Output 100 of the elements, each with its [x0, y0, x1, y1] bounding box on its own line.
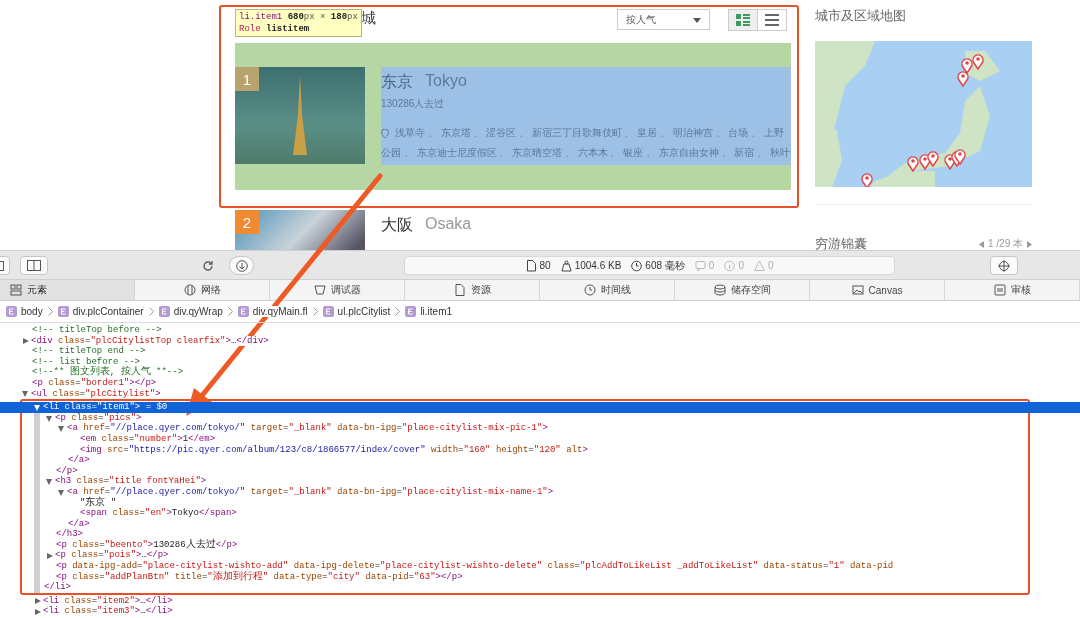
breadcrumb-item[interactable]: body [21, 306, 43, 317]
list-title: 城 [361, 9, 376, 28]
element-icon [57, 306, 69, 317]
dom-line: <li class="item3">…</li> [43, 606, 173, 618]
weight-icon [560, 259, 572, 272]
element-icon [322, 306, 334, 317]
breadcrumb-item[interactable]: ul.plcCitylist [337, 306, 391, 317]
dom-line: <em class="number">1</em> [80, 433, 216, 445]
element-icon [237, 306, 249, 317]
clock-icon [583, 284, 596, 296]
devtools-tab[interactable]: 审核 [945, 280, 1080, 300]
rank-badge: 1 [235, 67, 259, 91]
tooltip-size: 680px × 180px [287, 12, 358, 22]
status-reading: 0 [738, 260, 744, 271]
dom-line: <ul class="plcCitylist"> [31, 388, 161, 400]
dom-line: <img src="https://pic.qyer.com/album/123/c8/1866577/index/cover" width="160" height="120" alt> [80, 444, 588, 455]
dom-line: <!--** 图文列表, 按人气 **--> [32, 367, 184, 378]
dom-line: <p data-ipg-add="place-citylist-wishto-add" data-ipg-delete="place-citylist-wishto-delete" class="plcAddToLikeList _addToLikeList" data-status="1" data-pid [56, 561, 894, 572]
element-picker-button[interactable] [990, 256, 1018, 275]
download-button[interactable] [229, 256, 254, 275]
element-icon [6, 306, 17, 317]
chevron-icon [227, 307, 233, 316]
city-name: 大阪 [381, 215, 413, 235]
network-icon [183, 284, 196, 296]
clock-icon [631, 259, 643, 272]
dom-node-row[interactable]: <!-- titleTop before --> [0, 325, 1080, 336]
devtools-tab[interactable]: 储存空间 [675, 280, 810, 300]
devtools-tab[interactable]: 时间线 [540, 280, 675, 300]
sort-dropdown[interactable]: 按人气 [617, 9, 710, 30]
status-reading: 0 [767, 260, 774, 271]
sidebar-toggle-button[interactable] [20, 256, 48, 275]
city-english-name: Osaka [425, 215, 472, 234]
caret-icon [693, 18, 701, 23]
tooltip-role: listitem [266, 24, 310, 34]
dom-line: <p class="pics"> [55, 412, 142, 423]
devtools-tab[interactable]: Canvas [810, 280, 945, 300]
status-reading: 1004.6 KB [574, 260, 622, 271]
element-icon [405, 306, 417, 317]
dom-line: <p class="addPlanBtn" title="添加到行程" data-type="city" data-pid="63"></p> [56, 571, 463, 582]
devtools-tab[interactable]: 资源 [405, 280, 540, 300]
dom-line: <p class="border1"></p> [32, 377, 157, 389]
grid-view-button[interactable] [729, 10, 757, 30]
message-icon [694, 259, 706, 272]
status-reading: 80 [539, 260, 551, 271]
dom-line: <a href="//place.qyer.com/tokyo/" target="_blank" data-bn-ipg="place-citylist-mix-pic-1"> [67, 423, 548, 434]
chevron-icon [47, 307, 53, 316]
dom-line: <li class="item1"> = $0 [43, 402, 168, 413]
chevron-icon [312, 307, 318, 316]
dom-line: <p class="beento">130286人去过</p> [56, 539, 238, 550]
warning-icon [753, 259, 765, 272]
split-panel-icon [27, 260, 41, 271]
picture-icon [851, 284, 864, 296]
dom-node-row[interactable]: <li class="item1"> = $0 [0, 402, 1080, 413]
dom-line: </a> [68, 518, 90, 529]
devtools-tab[interactable]: 网络 [135, 280, 270, 300]
rank-badge: 2 [235, 210, 259, 234]
dom-node-row[interactable]: <!-- titleTop end --> [0, 346, 1080, 357]
dom-line: </p> [56, 465, 78, 476]
breadcrumb-item[interactable]: div.plcContainer [72, 306, 144, 317]
tooltip-label: Role [239, 24, 261, 34]
next-icon[interactable] [1027, 240, 1032, 248]
page-counter: 1 /29 本 [987, 237, 1023, 250]
tooltip-selector: li.item1 [239, 12, 283, 22]
dom-line: "东京 " [80, 497, 117, 508]
city-english-name: Tokyo [425, 72, 467, 91]
dom-line: <a href="//place.qyer.com/tokyo/" target="_blank" data-bn-ipg="place-citylist-mix-name-1"> [67, 486, 554, 497]
breadcrumb-item[interactable]: div.qyWrap [173, 306, 223, 317]
download-icon [235, 259, 248, 272]
reload-icon [201, 259, 214, 272]
visit-count: 130286人去过 [381, 97, 446, 111]
list-view-icon [765, 14, 779, 26]
breadcrumb-item[interactable]: div.qyMain.fl [252, 306, 308, 317]
dom-node-row[interactable]: <!--** 图文列表, 按人气 **--> [0, 367, 1080, 378]
dom-node-row[interactable]: <li class="item3">…</li> [0, 606, 1080, 618]
database-icon [713, 284, 726, 296]
dom-line: <p class="pois">…</p> [55, 550, 169, 561]
attraction-list: 公园 、 东京迪士尼度假区 、 东京晴空塔 、 六本木 、 银座 、 东京自由女神 、 新宿 、 秋叶 [381, 143, 790, 163]
chevron-icon [395, 307, 401, 316]
dom-line: <span class="en">Tokyo</span> [80, 508, 237, 519]
breadcrumb-item[interactable]: li.item1 [420, 306, 453, 317]
previous-icon[interactable] [978, 240, 984, 248]
dom-node-row[interactable]: <p class="border1"></p> [0, 377, 1080, 389]
dom-line: <li class="item2">…</li> [43, 595, 173, 606]
document-icon [453, 284, 466, 296]
status-reading: 0 [708, 260, 715, 271]
devtools-tab[interactable]: 元素 [0, 280, 135, 300]
status-reading: 608 毫秒 [645, 258, 685, 273]
dom-line: <div class="plcCitylistTop clearfix">…</div> [31, 335, 269, 346]
pin-icon [381, 129, 389, 138]
section-title: 穷游锦囊 [815, 235, 867, 250]
chevron-icon [148, 307, 154, 316]
document-icon [525, 259, 537, 272]
devtools-tab[interactable]: 调试器 [270, 280, 405, 300]
crosshair-icon [998, 259, 1010, 272]
info-icon [724, 259, 736, 272]
city-name: 东京 [381, 72, 413, 92]
element-icon [158, 306, 170, 317]
elements-icon [10, 284, 22, 296]
grid-view-icon [736, 14, 750, 26]
section-title: 城市及区域地图 [815, 7, 907, 25]
